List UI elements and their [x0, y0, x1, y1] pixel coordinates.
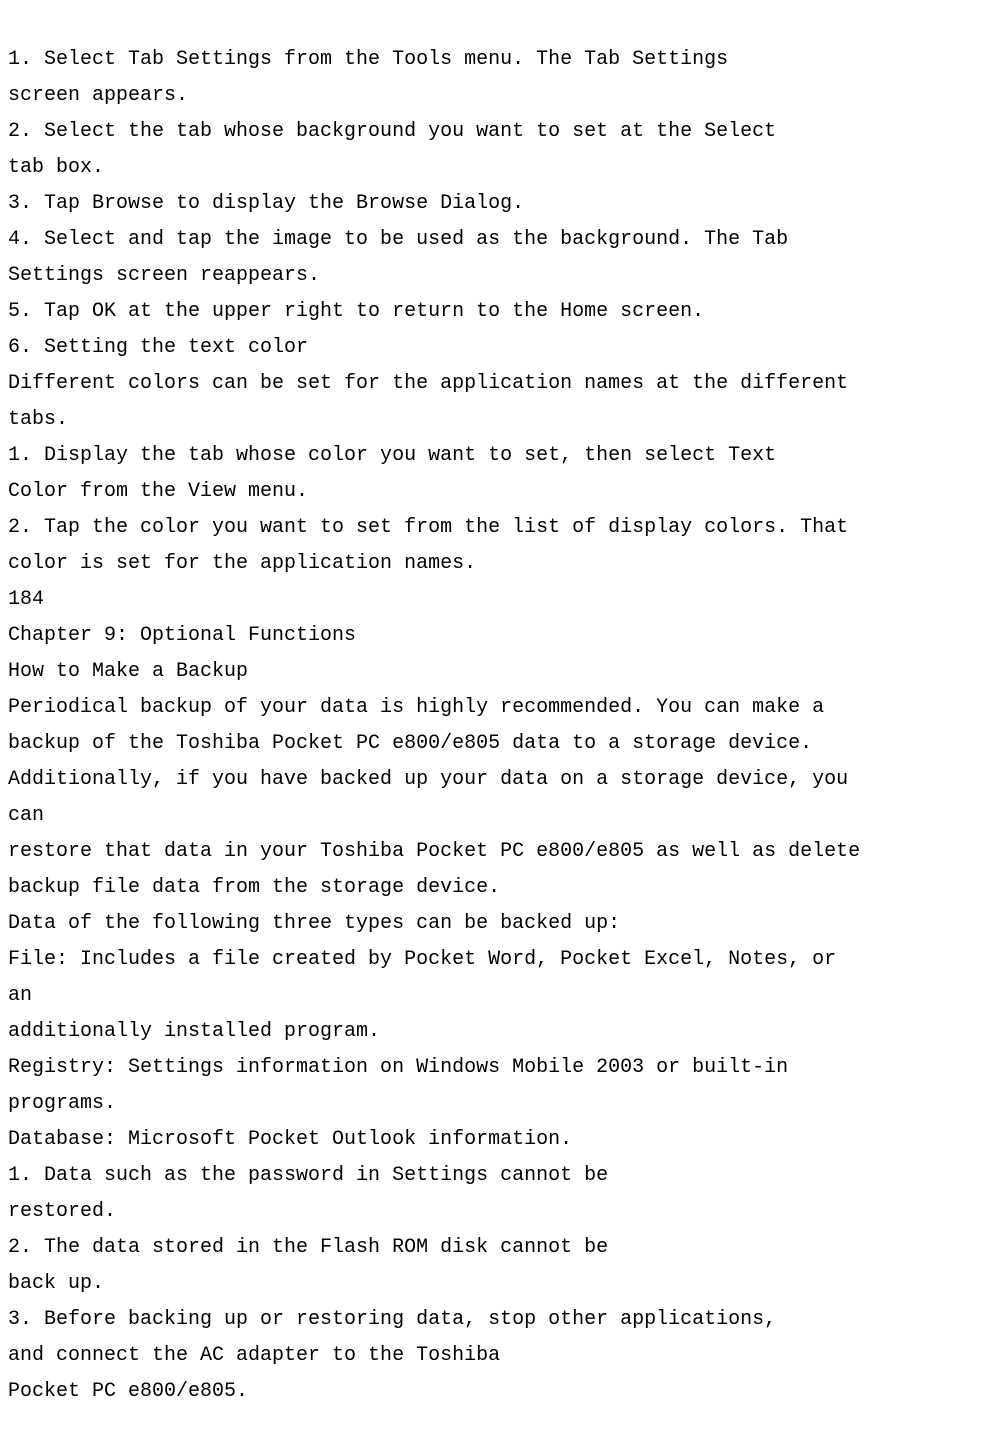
- text-line: tab box.: [8, 156, 104, 179]
- text-line: Color from the View menu.: [8, 480, 308, 503]
- chapter-heading: Chapter 9: Optional Functions: [8, 624, 356, 647]
- text-line: additionally installed program.: [8, 1020, 380, 1043]
- text-line: Data of the following three types can be…: [8, 912, 620, 935]
- text-line: 1. Select Tab Settings from the Tools me…: [8, 48, 728, 71]
- text-line: tabs.: [8, 408, 68, 431]
- text-line: restored.: [8, 1200, 116, 1223]
- text-line: screen appears.: [8, 84, 188, 107]
- text-line: Pocket PC e800/e805.: [8, 1380, 248, 1403]
- text-line: an: [8, 984, 32, 1007]
- text-line: restore that data in your Toshiba Pocket…: [8, 840, 860, 863]
- text-line: backup of the Toshiba Pocket PC e800/e80…: [8, 732, 812, 755]
- page-number: 184: [8, 588, 44, 611]
- text-line: 6. Setting the text color: [8, 336, 308, 359]
- text-line: Periodical backup of your data is highly…: [8, 696, 824, 719]
- text-line: and connect the AC adapter to the Toshib…: [8, 1344, 500, 1367]
- text-line: 1. Data such as the password in Settings…: [8, 1164, 608, 1187]
- text-line: Registry: Settings information on Window…: [8, 1056, 788, 1079]
- text-line: programs.: [8, 1092, 116, 1115]
- document-body: 1. Select Tab Settings from the Tools me…: [0, 0, 1001, 1450]
- text-line: 2. The data stored in the Flash ROM disk…: [8, 1236, 608, 1259]
- text-line: 2. Select the tab whose background you w…: [8, 120, 776, 143]
- text-line: 1. Display the tab whose color you want …: [8, 444, 776, 467]
- text-line: Database: Microsoft Pocket Outlook infor…: [8, 1128, 572, 1151]
- text-line: 3. Before backing up or restoring data, …: [8, 1308, 776, 1331]
- text-line: color is set for the application names.: [8, 552, 476, 575]
- text-line: can: [8, 804, 44, 827]
- text-line: Different colors can be set for the appl…: [8, 372, 848, 395]
- text-line: 5. Tap OK at the upper right to return t…: [8, 300, 704, 323]
- text-line: Additionally, if you have backed up your…: [8, 768, 848, 791]
- text-line: 4. Select and tap the image to be used a…: [8, 228, 788, 251]
- text-line: File: Includes a file created by Pocket …: [8, 948, 836, 971]
- text-line: 3. Tap Browse to display the Browse Dial…: [8, 192, 524, 215]
- text-line: Settings screen reappears.: [8, 264, 320, 287]
- text-line: backup file data from the storage device…: [8, 876, 500, 899]
- text-line: back up.: [8, 1272, 104, 1295]
- text-line: 2. Tap the color you want to set from th…: [8, 516, 848, 539]
- section-heading: How to Make a Backup: [8, 660, 248, 683]
